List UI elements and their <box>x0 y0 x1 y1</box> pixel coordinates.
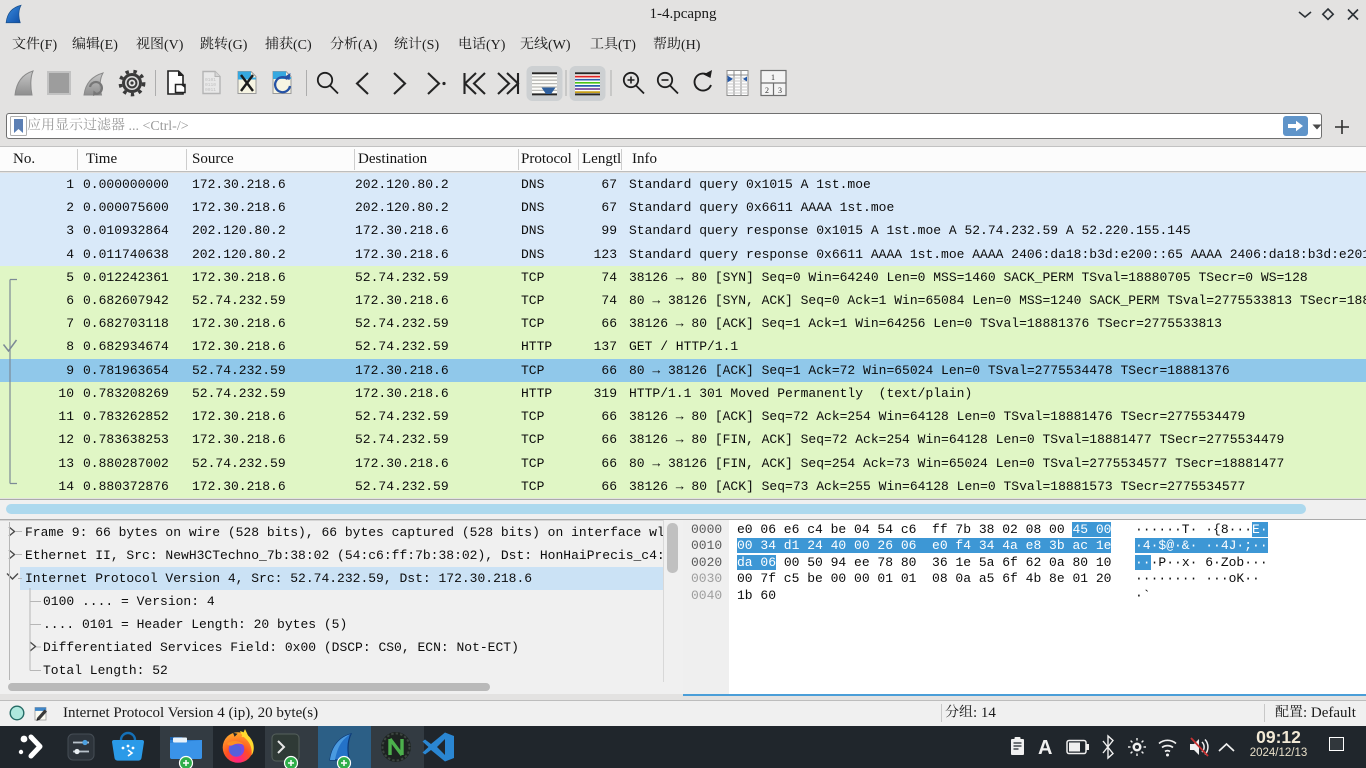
svg-text:2: 2 <box>765 86 769 95</box>
svg-text:3: 3 <box>778 86 782 95</box>
svg-text:1: 1 <box>771 73 775 82</box>
svg-text:A: A <box>1038 737 1052 759</box>
svg-text:0011: 0011 <box>205 87 216 93</box>
